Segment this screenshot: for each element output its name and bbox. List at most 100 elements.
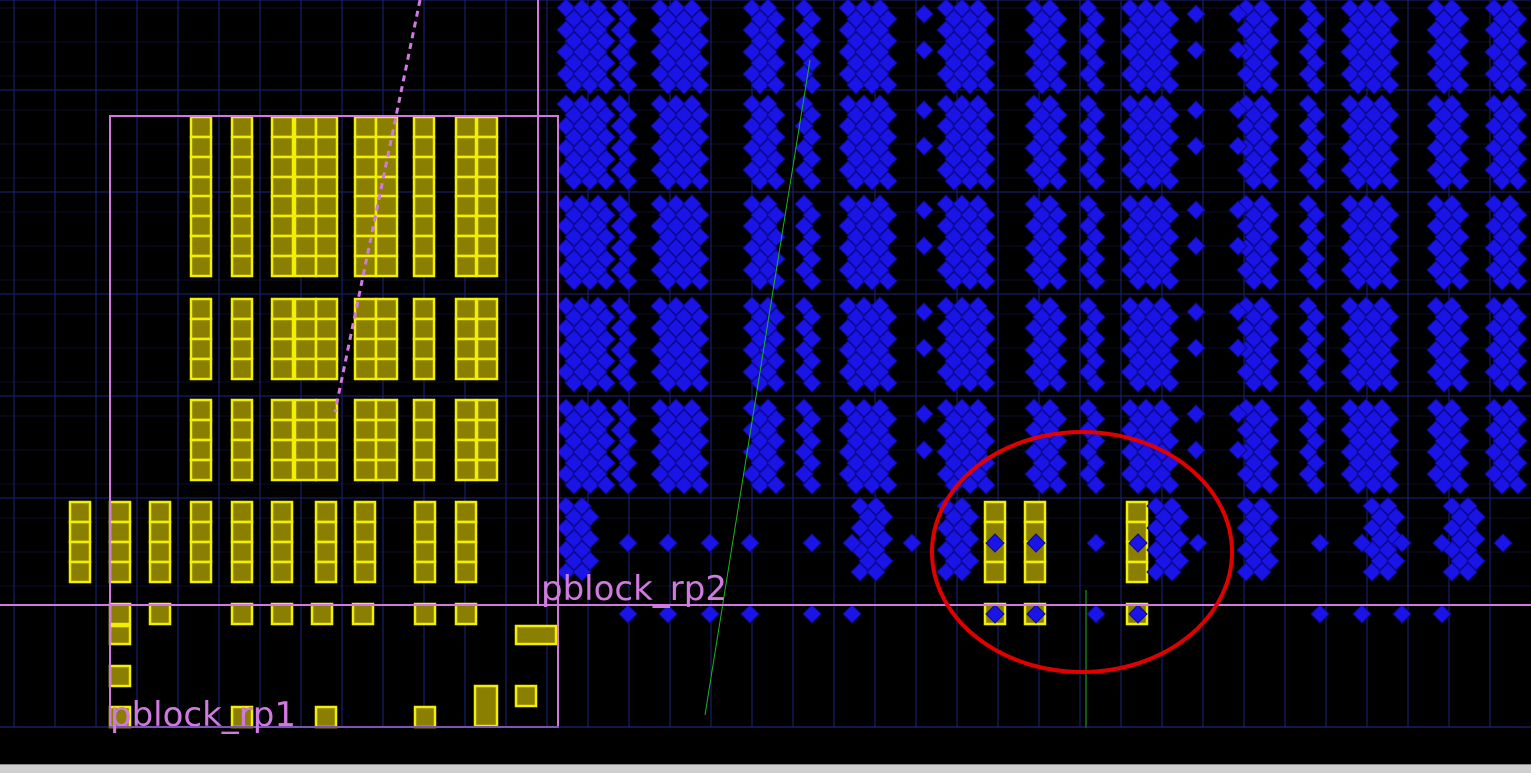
rp1-cell: [353, 175, 378, 199]
rp1-cell: [412, 438, 436, 462]
rp1-cell: [314, 357, 339, 381]
rp1-cell: [454, 602, 478, 626]
rp1-cell: [412, 135, 436, 159]
rp1-cell: [293, 115, 318, 139]
rp1-cell: [314, 418, 339, 442]
rp1-cell: [270, 254, 295, 278]
rp1-cell: [230, 602, 254, 626]
rp1-cell: [314, 337, 339, 361]
rp1-cell: [189, 560, 213, 584]
rp1-cell: [189, 115, 213, 139]
rp1-cell: [374, 214, 399, 238]
rp1-cell: [189, 317, 213, 341]
rp1-cell: [270, 175, 295, 199]
rp1-cell: [353, 214, 378, 238]
rp2-cell: [1186, 100, 1206, 120]
rp1-cell: [314, 398, 339, 422]
rp1-cell: [374, 297, 399, 321]
rp1-cell: [230, 135, 254, 159]
rp1-cell: [68, 500, 92, 524]
rp1-cell: [413, 520, 437, 544]
rp1-cell: [68, 560, 92, 584]
rp1-cell: [412, 115, 436, 139]
rp1-cell: [1023, 500, 1047, 524]
rp1-cell: [293, 214, 318, 238]
rp1-cell: [314, 175, 339, 199]
rp2-cell: [1493, 533, 1513, 553]
rp1-cell: [412, 458, 436, 482]
rp1-cell: [189, 337, 213, 361]
rp1-cell: [454, 438, 478, 462]
device-view-canvas[interactable]: pblock_rp2 pblock_rp1: [0, 0, 1531, 773]
rp1-cell: [230, 438, 254, 462]
rp1-cell: [270, 540, 294, 564]
rp1-cell: [374, 398, 399, 422]
rp1-cell: [148, 520, 172, 544]
rp1-cell: [353, 337, 378, 361]
rp1-cell: [475, 234, 499, 258]
rp1-cell: [293, 337, 318, 361]
rp1-cell: [412, 317, 436, 341]
rp1-cell: [189, 540, 213, 564]
rp1-cell: [413, 560, 437, 584]
rp1-cell: [314, 214, 339, 238]
rp1-cell: [413, 500, 437, 524]
rp2-cell: [802, 604, 822, 624]
rp1-cell: [454, 540, 478, 564]
rp1-cell: [353, 234, 378, 258]
rp1-cell: [293, 254, 318, 278]
rp2-cell: [914, 40, 934, 60]
rp1-cell: [230, 540, 254, 564]
rp1-cell: [413, 705, 437, 729]
rp1-cell: [413, 602, 437, 626]
rp1-cell: [314, 317, 339, 341]
rp1-cell: [68, 520, 92, 544]
rp1-cell: [353, 438, 378, 462]
rp1-cell: [189, 418, 213, 442]
rp1-cell: [189, 297, 213, 321]
rp1-cell: [1023, 560, 1047, 584]
rp1-cell: [314, 254, 339, 278]
rp2-cell: [842, 604, 862, 624]
rp1-cell: [983, 560, 1007, 584]
rp1-cell: [475, 135, 499, 159]
rp1-cell: [475, 317, 499, 341]
rp1-cell: [475, 297, 499, 321]
rp1-cell: [270, 500, 294, 524]
rp1-cell: [230, 317, 254, 341]
rp2-cell: [1186, 302, 1206, 322]
rp1-cell: [353, 115, 378, 139]
rp1-cell: [475, 155, 499, 179]
rp1-cell: [454, 317, 478, 341]
rp1-cell: [230, 418, 254, 442]
rp1-cell: [314, 135, 339, 159]
rp1-cell: [314, 234, 339, 258]
rp1-cell: [353, 317, 378, 341]
rp1-cell: [412, 214, 436, 238]
rp1-cell: [374, 135, 399, 159]
rp1-cell: [270, 135, 295, 159]
rp1-cell: [454, 297, 478, 321]
rp1-cell: [293, 234, 318, 258]
rp1-cell: [270, 115, 295, 139]
rp1-cell: [189, 194, 213, 218]
rp1-cell: [314, 500, 338, 524]
rp1-cell: [293, 194, 318, 218]
rp1-cell: [353, 540, 377, 564]
rp1-cell: [353, 135, 378, 159]
rp1-cell: [314, 115, 339, 139]
rp1-cell: [353, 500, 377, 524]
rp1-cell: [412, 297, 436, 321]
rp2-cell: [1188, 533, 1208, 553]
rp1-cell: [108, 664, 132, 688]
rp2-cell: [1186, 200, 1206, 220]
rp1-cell: [230, 234, 254, 258]
rp1-cell: [374, 337, 399, 361]
fpga-device-svg[interactable]: pblock_rp2 pblock_rp1: [0, 0, 1531, 764]
rp1-cell: [270, 438, 295, 462]
rp1-cell: [475, 115, 499, 139]
rp1-cell: [189, 500, 213, 524]
rp1-cell: [353, 560, 377, 584]
rp1-cell: [108, 602, 132, 626]
rp1-cell: [514, 624, 558, 646]
